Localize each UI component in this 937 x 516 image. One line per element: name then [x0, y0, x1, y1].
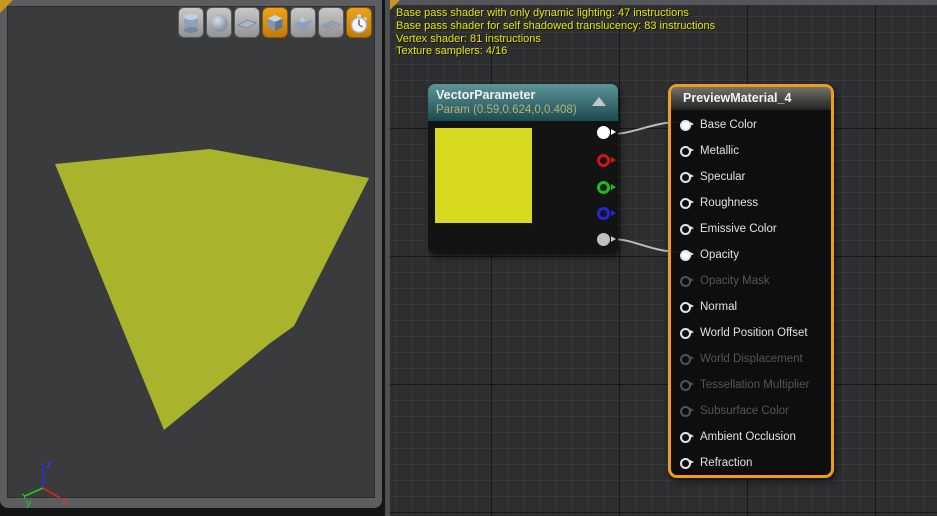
- plane-icon: [234, 8, 260, 38]
- axis-gizmo: z y x: [21, 459, 68, 509]
- input-pin-base-color[interactable]: [680, 119, 694, 131]
- material-input-label: World Position Offset: [700, 327, 808, 339]
- input-pin-refraction[interactable]: [680, 457, 694, 469]
- axis-x-label: x: [62, 495, 68, 507]
- material-input-emissive-color: Emissive Color: [671, 216, 831, 242]
- toolbar-button-cube[interactable]: [262, 7, 288, 38]
- node-title[interactable]: PreviewMaterial_4: [671, 87, 831, 110]
- input-pin-opacity[interactable]: [680, 249, 694, 261]
- shader-stat-line: Texture samplers: 4/16: [396, 45, 508, 58]
- material-input-label: Opacity: [700, 249, 739, 261]
- pin-arrow-icon: [611, 157, 616, 163]
- node-title: VectorParameter: [436, 88, 536, 102]
- material-input-label: Specular: [700, 171, 746, 183]
- node-vector-parameter[interactable]: VectorParameter Param (0.59,0.624,0,0.40…: [428, 84, 618, 254]
- material-input-opacity: Opacity: [671, 242, 831, 268]
- material-input-world-position-offset: World Position Offset: [671, 320, 831, 346]
- material-input-normal: Normal: [671, 294, 831, 320]
- input-pin-emissive-color[interactable]: [680, 223, 694, 235]
- input-pin-normal[interactable]: [680, 301, 694, 313]
- input-pin-roughness[interactable]: [680, 197, 694, 209]
- axis-y-label: y: [26, 498, 31, 509]
- pin-arrow-icon: [611, 129, 616, 135]
- material-input-base-color: Base Color: [671, 112, 831, 138]
- panel-corner-marker: [0, 0, 13, 13]
- material-input-label: Metallic: [700, 145, 739, 157]
- material-input-label: Ambient Occlusion: [700, 431, 796, 443]
- input-pin-opacity-mask[interactable]: [680, 275, 694, 287]
- pin-arrow-icon: [611, 184, 616, 190]
- preview-mesh-shape: [55, 149, 369, 430]
- sphere-icon: [206, 8, 232, 38]
- preview-viewport-panel: z y x: [0, 0, 382, 509]
- material-editor: z y x Base pass shader with only dynamic…: [0, 0, 937, 516]
- material-input-label: Tessellation Multiplier: [700, 379, 810, 391]
- material-input-tessellation-multiplier: Tessellation Multiplier: [671, 372, 831, 398]
- pin-arrow-icon: [611, 236, 616, 242]
- material-input-subsurface-color: Subsurface Color: [671, 398, 831, 424]
- toolbar-button-cylinder[interactable]: [178, 7, 204, 38]
- material-input-label: Base Color: [700, 119, 757, 131]
- material-input-label: Emissive Color: [700, 223, 777, 235]
- node-header[interactable]: VectorParameter Param (0.59,0.624,0,0.40…: [428, 84, 618, 121]
- preview-viewport[interactable]: z y x: [7, 6, 375, 509]
- input-pin-tessellation-multiplier[interactable]: [680, 379, 694, 391]
- material-input-label: Opacity Mask: [700, 275, 770, 287]
- shader-stat-line: Vertex shader: 81 instructions: [396, 32, 541, 45]
- pin-arrow-icon: [611, 210, 616, 216]
- material-input-label: Subsurface Color: [700, 405, 789, 417]
- material-input-specular: Specular: [671, 164, 831, 190]
- toolbar-button-sphere[interactable]: [206, 7, 232, 38]
- input-pin-subsurface-color[interactable]: [680, 405, 694, 417]
- material-input-roughness: Roughness: [671, 190, 831, 216]
- material-input-world-displacement: World Displacement: [671, 346, 831, 372]
- input-pin-world-position-offset[interactable]: [680, 327, 694, 339]
- grid-icon: [318, 8, 344, 38]
- axis-z-label: z: [46, 459, 52, 471]
- input-pin-ambient-occlusion[interactable]: [680, 431, 694, 443]
- material-input-label: Roughness: [700, 197, 759, 209]
- material-input-metallic: Metallic: [671, 138, 831, 164]
- teapot-icon: [290, 8, 316, 38]
- toolbar-button-stopwatch[interactable]: [346, 7, 372, 38]
- output-pin-a[interactable]: [597, 233, 616, 246]
- shader-stats: Base pass shader with only dynamic light…: [396, 7, 715, 58]
- panel-corner-marker: [390, 0, 400, 10]
- input-pin-world-displacement[interactable]: [680, 353, 694, 365]
- material-input-refraction: Refraction: [671, 450, 831, 476]
- material-input-label: Normal: [700, 301, 738, 313]
- graph-top-border: [390, 0, 937, 5]
- toolbar-button-teapot[interactable]: [290, 7, 316, 38]
- material-input-ambient-occlusion: Ambient Occlusion: [671, 424, 831, 450]
- output-pin-r[interactable]: [597, 154, 616, 167]
- input-pin-metallic[interactable]: [680, 145, 694, 157]
- toolbar-button-grid[interactable]: [318, 7, 344, 38]
- toolbar-button-plane[interactable]: [234, 7, 260, 38]
- material-input-label: Refraction: [700, 457, 753, 469]
- material-graph-panel[interactable]: [390, 0, 937, 516]
- output-pin-g[interactable]: [597, 181, 616, 194]
- node-subtitle: Param (0.59,0.624,0,0.408): [436, 104, 577, 116]
- viewport-toolbar: [178, 7, 372, 38]
- material-input-opacity-mask: Opacity Mask: [671, 268, 831, 294]
- stopwatch-icon: [346, 8, 372, 38]
- shader-stat-line: Base pass shader with only dynamic light…: [396, 7, 689, 19]
- output-pin-rgb[interactable]: [597, 126, 616, 139]
- graph-grid[interactable]: [390, 5, 937, 516]
- param-color-swatch[interactable]: [435, 128, 532, 223]
- cylinder-icon: [178, 8, 204, 38]
- material-input-label: World Displacement: [700, 353, 803, 365]
- collapse-arrow-icon[interactable]: [592, 97, 606, 106]
- material-inputs: Base Color Metallic Specular Roughness Emiss…: [671, 112, 831, 476]
- input-pin-specular[interactable]: [680, 171, 694, 183]
- node-preview-material[interactable]: PreviewMaterial_4 Base Color Metallic Spec…: [668, 84, 834, 478]
- output-pin-b[interactable]: [597, 207, 616, 220]
- preview-mesh: [55, 149, 369, 430]
- shader-stat-line: Base pass shader for self shadowed trans…: [396, 19, 716, 32]
- cube-icon: [262, 8, 288, 38]
